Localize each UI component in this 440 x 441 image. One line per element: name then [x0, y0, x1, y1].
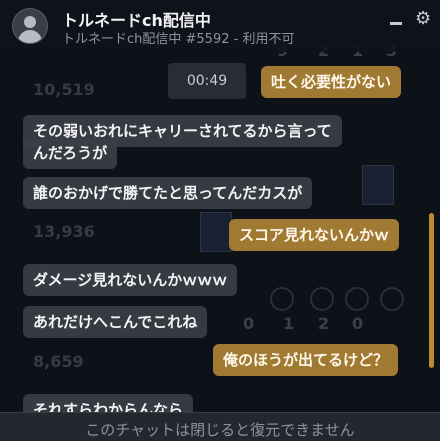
incoming-message: ダメージ見れないんかｗｗｗ	[23, 264, 238, 296]
outgoing-message: 俺のほうが出てるけど？	[213, 344, 399, 376]
bg-digit: 2	[318, 314, 330, 333]
bg-digit: 1	[283, 314, 295, 333]
bg-digit: 0	[352, 314, 364, 333]
chat-subtitle: トルネードch配信中 #5592 - 利用不可	[62, 32, 295, 47]
bg-stat-value: 8,659	[33, 352, 84, 371]
bg-stat-value: 10,519	[33, 80, 95, 99]
chat-closed-notice: このチャットは閉じると復元できません	[0, 412, 440, 441]
bg-item-icon	[270, 287, 294, 311]
minimize-icon[interactable]	[388, 10, 404, 28]
incoming-message: んだろうが	[23, 139, 118, 169]
bg-item-icon	[345, 287, 369, 311]
chat-scrollbar[interactable]	[429, 213, 434, 368]
avatar-icon[interactable]	[12, 8, 48, 44]
footer-notice-text: このチャットは閉じると復元できません	[85, 421, 355, 439]
outgoing-message: 吐く必要性がない	[261, 66, 402, 98]
bg-stat-value: 13,936	[33, 222, 95, 241]
bg-item-icon	[380, 287, 404, 311]
bg-champion-portrait	[200, 212, 232, 252]
chat-header: トルネードch配信中 トルネードch配信中 #5592 - 利用不可 ⚙	[0, 0, 440, 52]
gear-icon[interactable]: ⚙	[415, 10, 431, 28]
bg-champion-portrait	[362, 165, 394, 205]
incoming-message: 誰のおかげで勝てたと思ってんだカスが	[23, 177, 313, 209]
incoming-message: あれだけへこんでこれね	[23, 306, 208, 338]
chat-window: 10,519 13,936 8,659 9 2 1 3 0 1 2 0 トルネー…	[0, 0, 440, 441]
bg-digit: 0	[243, 314, 255, 333]
outgoing-message: スコア見れないんかｗ	[229, 219, 400, 251]
bg-item-icon	[310, 287, 334, 311]
message-timestamp: 00:49	[168, 63, 246, 99]
